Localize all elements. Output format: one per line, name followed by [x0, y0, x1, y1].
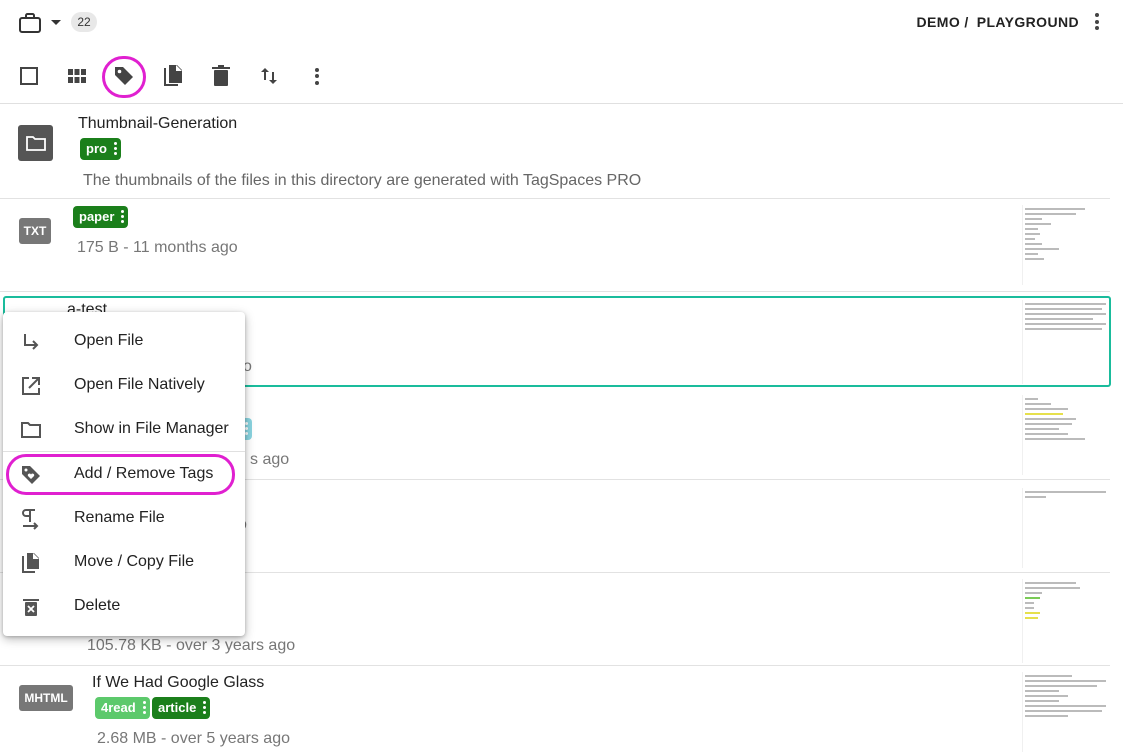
file-thumbnail — [1022, 579, 1108, 663]
folder-outline-icon — [21, 422, 41, 438]
copy-files-button[interactable] — [151, 52, 195, 100]
menu-item-move-copy-file[interactable]: Move / Copy File — [3, 540, 245, 584]
file-context-menu: Open File Open File Natively Show in Fil… — [3, 312, 245, 636]
sort-icon — [261, 68, 277, 84]
grid-view-button[interactable] — [55, 52, 99, 100]
tag-chip[interactable]: pro — [80, 138, 121, 160]
file-thumbnail — [1022, 395, 1108, 475]
file-meta: 2.68 MB - over 5 years ago — [97, 730, 290, 747]
delete-files-button[interactable] — [199, 52, 243, 100]
subdirectory-arrow-right-icon — [24, 334, 39, 350]
delete-icon — [23, 599, 39, 616]
tag-menu-icon[interactable] — [203, 701, 207, 714]
menu-item-show-in-file-manager[interactable]: Show in File Manager — [3, 407, 245, 451]
menu-item-delete[interactable]: Delete — [3, 584, 245, 628]
open-in-new-icon — [22, 377, 40, 395]
trash-icon — [212, 65, 230, 86]
location-switcher[interactable] — [18, 12, 62, 34]
folder-description: The thumbnails of the files in this dire… — [83, 172, 642, 189]
file-meta: 105.78 KB - over 3 years ago — [87, 637, 296, 654]
file-extension-badge: MHTML — [19, 685, 73, 711]
file-thumbnail — [1022, 300, 1108, 384]
app-header: 22 DEMO / PLAYGROUND — [0, 0, 1123, 46]
copy-file-icon — [22, 553, 39, 573]
file-meta: 175 B - 11 months ago — [77, 239, 238, 256]
file-thumbnail — [1022, 488, 1108, 568]
copy-icon — [164, 65, 182, 86]
menu-item-label: Add / Remove Tags — [74, 465, 214, 482]
tag-icon — [115, 67, 133, 85]
list-item-file[interactable]: MHTML If We Had Google Glass 4read artic… — [0, 666, 1110, 756]
menu-item-open-natively[interactable]: Open File Natively — [3, 363, 245, 407]
tag-chip[interactable]: article — [152, 697, 211, 719]
tag-files-button[interactable] — [102, 52, 146, 100]
more-options-button[interactable] — [295, 52, 339, 100]
menu-item-label: Rename File — [74, 509, 165, 526]
sort-button[interactable] — [247, 52, 291, 100]
menu-item-add-remove-tags[interactable]: Add / Remove Tags — [3, 452, 245, 496]
tag-heart-icon — [22, 466, 40, 484]
file-name[interactable]: Thumbnail-Generation — [78, 115, 237, 133]
tag-label: paper — [79, 209, 115, 224]
file-extension-badge: TXT — [19, 218, 51, 244]
tag-menu-icon[interactable] — [113, 142, 117, 155]
tag-menu-icon[interactable] — [245, 422, 248, 435]
rename-icon — [22, 509, 39, 530]
menu-item-label: Show in File Manager — [74, 420, 229, 437]
list-item-file[interactable]: TXT paper 175 B - 11 months ago — [0, 199, 1110, 292]
file-meta: s ago — [250, 451, 290, 468]
breadcrumb-folder[interactable]: PLAYGROUND — [977, 14, 1079, 30]
menu-item-open-file[interactable]: Open File — [3, 319, 245, 363]
more-vertical-icon[interactable] — [1093, 13, 1101, 30]
tag-label: 4read — [101, 700, 136, 715]
tag-menu-icon[interactable] — [142, 701, 146, 714]
more-vertical-icon — [313, 67, 321, 85]
checkbox-outline-icon — [20, 67, 38, 85]
toolbar-divider — [0, 103, 1123, 104]
file-thumbnail — [1022, 672, 1108, 752]
grid-view-icon — [68, 69, 86, 83]
folder-icon-box — [18, 125, 53, 161]
tag-chip[interactable]: 4read — [95, 697, 150, 719]
tag-chip[interactable]: paper — [73, 206, 129, 228]
file-count-badge: 22 — [71, 12, 97, 32]
menu-item-label: Open File Natively — [74, 376, 205, 393]
dropdown-arrow-icon — [51, 20, 61, 25]
menu-item-label: Delete — [74, 597, 121, 614]
breadcrumb-location[interactable]: DEMO / — [917, 14, 969, 30]
select-all-button[interactable] — [7, 52, 51, 100]
folder-icon — [25, 136, 46, 151]
tag-menu-icon[interactable] — [121, 210, 125, 223]
tag-label: pro — [86, 141, 107, 156]
menu-item-label: Move / Copy File — [74, 553, 195, 570]
breadcrumb: DEMO / PLAYGROUND — [917, 13, 1101, 30]
list-item-folder[interactable]: Thumbnail-Generation pro The thumbnails … — [0, 106, 1110, 199]
tag-label: article — [158, 700, 197, 715]
menu-item-rename-file[interactable]: Rename File — [3, 496, 245, 540]
toolbar — [0, 52, 1123, 102]
briefcase-icon — [19, 13, 41, 33]
file-name[interactable]: If We Had Google Glass — [92, 674, 264, 692]
file-thumbnail — [1022, 205, 1108, 285]
menu-item-label: Open File — [74, 332, 144, 349]
